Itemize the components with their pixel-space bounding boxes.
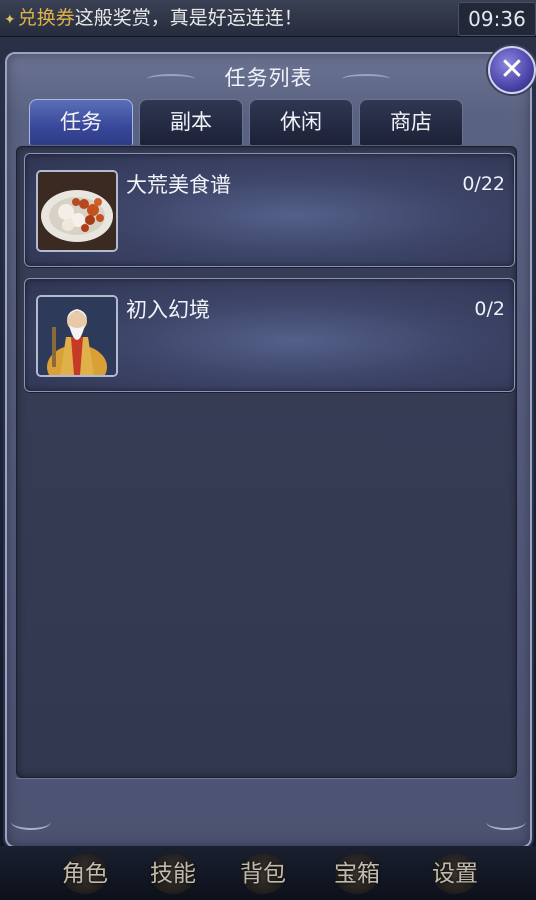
quest-name: 大荒美食谱: [126, 173, 231, 197]
dialog-title: 任务列表: [224, 66, 313, 90]
title-ornament-right: [342, 74, 390, 84]
tab-dungeons[interactable]: 副本: [139, 99, 243, 145]
menu-bag[interactable]: 背包: [218, 852, 308, 896]
quest-list-panel: 大荒美食谱 0/22 初入幻境 0/2: [16, 146, 517, 778]
menu-character[interactable]: 角色: [40, 852, 130, 896]
ornament-bottom-left: [11, 814, 51, 830]
dialog-footer: [16, 778, 515, 831]
quest-list-dialog: 任务列表 ✕ 任务 副本 休闲 商店 大荒美食谱 0/22 初入幻境 0/2: [5, 46, 536, 848]
marquee-message: 这般奖赏，真是好运连连！: [74, 7, 303, 29]
clock: 09:36: [458, 2, 536, 36]
horn-icon: ✦: [4, 12, 16, 28]
close-icon: ✕: [499, 52, 525, 87]
menu-treasure[interactable]: 宝箱: [312, 852, 402, 896]
quest-progress: 0/2: [474, 298, 505, 320]
tab-leisure[interactable]: 休闲: [249, 99, 353, 145]
ornament-bottom-right: [486, 814, 526, 830]
tab-shop[interactable]: 商店: [359, 99, 463, 145]
quest-name: 初入幻境: [126, 298, 210, 322]
menu-settings[interactable]: 设置: [410, 852, 500, 896]
close-button[interactable]: ✕: [488, 46, 536, 94]
quest-item[interactable]: 大荒美食谱 0/22: [24, 153, 515, 267]
menu-skills[interactable]: 技能: [128, 852, 218, 896]
quest-progress: 0/22: [462, 173, 505, 195]
marquee-highlight: 兑换券: [17, 7, 75, 29]
bottom-menu-bar: 角色 技能 背包 宝箱 设置: [0, 846, 536, 900]
marquee-text: ✦ 兑换券这般奖赏，真是好运连连！: [0, 0, 303, 36]
quest-item[interactable]: 初入幻境 0/2: [24, 278, 515, 392]
status-bar: ✦ 兑换券这般奖赏，真是好运连连！ 09:36: [0, 0, 536, 37]
tab-quests[interactable]: 任务: [29, 99, 133, 145]
old-sage-icon: [36, 295, 118, 377]
food-dish-icon: [36, 170, 118, 252]
